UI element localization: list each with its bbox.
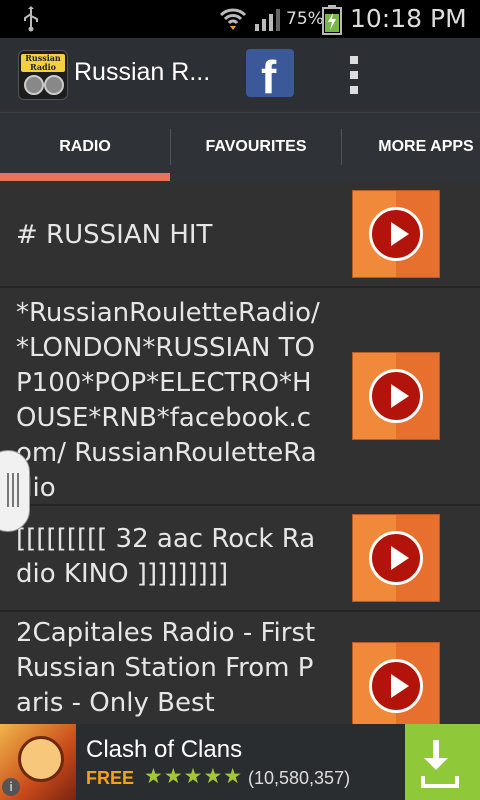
app-title: Russian R... xyxy=(74,58,211,86)
clock: 10:18 PM xyxy=(350,4,467,33)
station-list[interactable]: # RUSSIAN HIT *RussianRouletteRadio/*LON… xyxy=(0,182,480,724)
ad-price: FREE xyxy=(86,768,135,788)
download-arrow-head xyxy=(424,758,448,770)
overflow-dot-icon xyxy=(350,56,358,64)
overflow-dot-icon xyxy=(350,71,358,79)
play-icon xyxy=(369,531,423,585)
signal-icon xyxy=(255,9,280,31)
tab-selected-indicator xyxy=(0,173,170,181)
station-name: # RUSSIAN HIT xyxy=(16,220,213,250)
station-row[interactable]: [[[[[[[[[ 32 aac Rock Radio KINO ]]]]]]]… xyxy=(0,506,480,612)
battery-charging-icon xyxy=(322,5,342,35)
battery-percent: 75% xyxy=(286,9,324,29)
app-logo-text: Russian Radio xyxy=(21,54,65,72)
station-name: 2Capitales Radio - First Russian Station… xyxy=(16,618,316,718)
speaker-icon xyxy=(44,75,64,95)
speaker-icon xyxy=(24,75,44,95)
status-bar: 75% 10:18 PM xyxy=(0,0,480,38)
handle-grip-icon xyxy=(12,473,14,507)
overflow-menu-button[interactable] xyxy=(340,52,368,96)
handle-grip-icon xyxy=(7,473,9,507)
overflow-dot-icon xyxy=(350,86,358,94)
play-button[interactable] xyxy=(352,642,440,724)
info-icon[interactable]: i xyxy=(2,778,20,796)
rating-stars: ★★★★★ xyxy=(144,764,244,788)
play-button[interactable] xyxy=(352,352,440,440)
drawer-handle[interactable] xyxy=(0,450,30,532)
facebook-button[interactable]: f xyxy=(246,49,294,103)
usb-icon xyxy=(24,6,38,32)
station-row[interactable]: 2Capitales Radio - First Russian Station… xyxy=(0,612,480,724)
tab-favourites[interactable]: FAVOURITES xyxy=(171,113,341,183)
station-name: *RussianRouletteRadio/*LONDON*RUSSIAN TO… xyxy=(16,298,320,503)
barbarian-icon xyxy=(18,736,64,782)
ad-app-icon[interactable]: i xyxy=(0,724,76,800)
ad-banner[interactable]: i Clash of Clans FREE ★★★★★ (10,580,357) xyxy=(0,724,480,800)
station-row[interactable]: # RUSSIAN HIT xyxy=(0,182,480,288)
ad-title[interactable]: Clash of Clans xyxy=(86,736,242,764)
download-button[interactable] xyxy=(405,724,480,800)
facebook-icon: f xyxy=(261,51,277,103)
action-bar: Russian Radio Russian R... f xyxy=(0,38,480,110)
handle-grip-icon xyxy=(17,473,19,507)
station-name: [[[[[[[[[ 32 aac Rock Radio KINO ]]]]]]]… xyxy=(16,524,316,589)
download-tray xyxy=(421,776,459,788)
app-logo-icon[interactable]: Russian Radio xyxy=(18,50,68,100)
play-icon xyxy=(369,207,423,261)
play-icon xyxy=(369,659,423,713)
play-icon xyxy=(369,369,423,423)
play-button[interactable] xyxy=(352,190,440,278)
tab-more-apps[interactable]: MORE APPS xyxy=(342,113,480,183)
station-row[interactable]: *RussianRouletteRadio/*LONDON*RUSSIAN TO… xyxy=(0,288,480,506)
review-count: (10,580,357) xyxy=(248,768,351,788)
play-button[interactable] xyxy=(352,514,440,602)
wifi-icon xyxy=(219,8,247,30)
